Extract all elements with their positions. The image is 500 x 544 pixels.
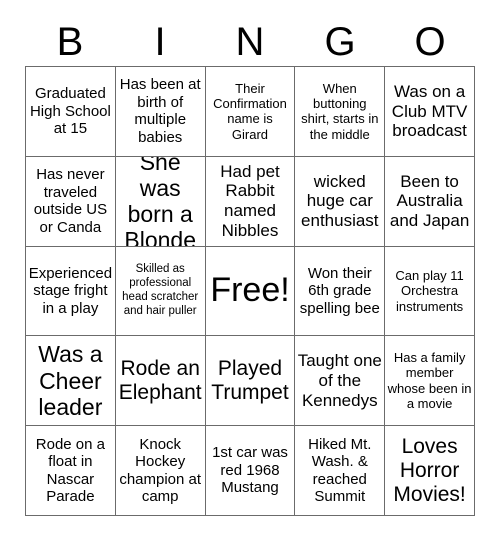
bingo-grid: Graduated High School at 15 Has been at …	[25, 66, 475, 516]
bingo-cell[interactable]: Can play 11 Orchestra instruments	[385, 246, 475, 337]
bingo-cell-label: Loves Horror Movies!	[393, 434, 466, 506]
bingo-header-letter-b: B	[56, 20, 84, 64]
bingo-cell-label: Skilled as professional head scratcher a…	[122, 263, 199, 317]
bingo-cell-label: Their Confirmation name is Girard	[213, 80, 287, 142]
bingo-cell-label: 1st car was red 1968 Mustang	[212, 444, 288, 497]
bingo-header-letter-i: I	[154, 20, 166, 64]
bingo-cell[interactable]: Has never traveled outside US or Canda	[26, 156, 116, 247]
bingo-cell-label: Has never traveled outside US or Canda	[33, 166, 108, 236]
bingo-cell[interactable]: Been to Australia and Japan	[385, 156, 475, 247]
bingo-cell-label: Has a family member whose been in a movi…	[387, 350, 472, 412]
bingo-cell[interactable]: Their Confirmation name is Girard	[205, 67, 296, 157]
bingo-cell[interactable]: Played Trumpet	[205, 336, 296, 427]
bingo-cell-label: wicked huge car enthusiast	[301, 171, 379, 231]
bingo-cell[interactable]: Skilled as professional head scratcher a…	[115, 246, 206, 337]
bingo-card: B I N G O Graduated High School at 15 Ha…	[0, 0, 500, 544]
bingo-cell-label: Had pet Rabbit named Nibbles	[220, 161, 280, 240]
bingo-cell[interactable]: Won their 6th grade spelling bee	[295, 246, 386, 337]
bingo-cell[interactable]: Loves Horror Movies!	[385, 426, 475, 516]
bingo-cell-label: Can play 11 Orchestra instruments	[395, 268, 464, 314]
bingo-cell-free-label: Free!	[210, 271, 290, 310]
bingo-header-letter-o: O	[414, 20, 446, 64]
bingo-cell[interactable]: 1st car was red 1968 Mustang	[205, 426, 296, 516]
bingo-cell[interactable]: Was a Cheer leader	[26, 336, 116, 427]
bingo-cell-label: Been to Australia and Japan	[389, 171, 470, 231]
bingo-cell-label: Rode on a float in Nascar Parade	[35, 435, 106, 506]
bingo-cell-label: Graduated High School at 15	[29, 85, 111, 138]
bingo-cell[interactable]: Had pet Rabbit named Nibbles	[205, 156, 296, 247]
bingo-cell-label: Won their 6th grade spelling bee	[299, 264, 380, 317]
bingo-cell[interactable]: She was born a Blonde	[115, 156, 206, 247]
bingo-cell[interactable]: Rode an Elephant	[115, 336, 206, 427]
bingo-header-letter-n: N	[235, 20, 265, 64]
bingo-cell[interactable]: Hiked Mt. Wash. & reached Summit	[295, 426, 386, 516]
bingo-cell-label: Knock Hockey champion at camp	[119, 435, 202, 506]
bingo-cell[interactable]: Was on a Club MTV broadcast	[385, 67, 475, 157]
bingo-cell-label: She was born a Blonde	[124, 156, 196, 247]
bingo-cell-free[interactable]: Free!	[205, 246, 296, 337]
bingo-cell-label: Was a Cheer leader	[38, 341, 103, 420]
bingo-cell-label: Was on a Club MTV broadcast	[391, 81, 468, 141]
bingo-cell[interactable]: Experienced stage fright in a play	[26, 246, 116, 337]
bingo-cell-label: Played Trumpet	[211, 356, 289, 404]
bingo-cell-label: Taught one of the Kennedys	[297, 351, 382, 410]
bingo-cell[interactable]: wicked huge car enthusiast	[295, 156, 386, 247]
bingo-cell-label: Has been at birth of multiple babies	[119, 76, 201, 146]
bingo-cell-label: Rode an Elephant	[118, 356, 202, 404]
bingo-header-letter-g: G	[324, 20, 356, 64]
bingo-cell[interactable]: Rode on a float in Nascar Parade	[26, 426, 116, 516]
bingo-cell[interactable]: Taught one of the Kennedys	[295, 336, 386, 427]
bingo-cell-label: Hiked Mt. Wash. & reached Summit	[308, 435, 372, 506]
bingo-cell[interactable]: Has been at birth of multiple babies	[115, 67, 206, 157]
bingo-cell[interactable]: Knock Hockey champion at camp	[115, 426, 206, 516]
bingo-cell[interactable]: When buttoning shirt, starts in the midd…	[295, 67, 386, 157]
bingo-cell[interactable]: Has a family member whose been in a movi…	[385, 336, 475, 427]
bingo-header: B I N G O	[25, 18, 475, 66]
bingo-cell-label: When buttoning shirt, starts in the midd…	[301, 80, 379, 142]
bingo-cell[interactable]: Graduated High School at 15	[26, 67, 116, 157]
bingo-cell-label: Experienced stage fright in a play	[28, 264, 113, 317]
